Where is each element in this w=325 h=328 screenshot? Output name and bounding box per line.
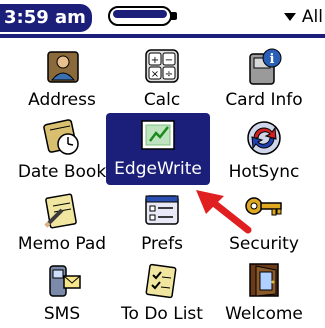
status-bar: 3:59 am All: [0, 0, 325, 34]
app-memo-pad[interactable]: Memo Pad: [8, 188, 116, 258]
dropdown-triangle-icon: [283, 13, 296, 21]
app-edgewrite[interactable]: EdgeWrite: [106, 113, 210, 185]
app-label: Date Book: [17, 162, 107, 182]
card-info-icon: i: [249, 48, 282, 85]
app-address[interactable]: Address: [8, 44, 116, 114]
svg-text:×: ×: [151, 69, 159, 80]
address-icon: [47, 51, 79, 83]
clock[interactable]: 3:59 am: [0, 4, 92, 32]
app-sms[interactable]: SMS: [8, 258, 116, 328]
app-label: Memo Pad: [17, 234, 107, 254]
app-label: Calc: [143, 90, 181, 110]
app-hotsync[interactable]: HotSync: [210, 116, 318, 186]
date-book-icon: [43, 119, 79, 155]
svg-text:i: i: [270, 52, 275, 67]
app-label: Prefs: [141, 234, 183, 254]
app-label: Security: [229, 234, 299, 254]
battery-icon: [108, 6, 180, 28]
app-label: Card Info: [225, 90, 303, 110]
category-dropdown[interactable]: All: [283, 6, 323, 28]
app-welcome[interactable]: Welcome: [210, 258, 318, 328]
calc-icon: + − × ÷: [145, 49, 179, 83]
app-label: Address: [28, 90, 96, 110]
app-calc[interactable]: + − × ÷ Calc: [108, 44, 216, 114]
app-label: HotSync: [228, 162, 300, 182]
edgewrite-icon: [141, 120, 175, 150]
memo-pad-icon: [44, 193, 77, 229]
divider: [0, 34, 325, 38]
pointer-arrow-icon: [196, 190, 252, 234]
app-label: EdgeWrite: [114, 159, 202, 179]
welcome-icon: [249, 263, 279, 297]
app-label: To Do List: [121, 304, 203, 324]
sms-icon: [49, 265, 81, 297]
app-label: Welcome: [225, 304, 303, 324]
svg-text:÷: ÷: [165, 69, 173, 80]
svg-text:+: +: [151, 55, 159, 66]
hotsync-icon: [247, 121, 281, 155]
category-label: All: [301, 7, 323, 27]
app-to-do-list[interactable]: To Do List: [108, 258, 216, 328]
svg-text:−: −: [165, 55, 173, 66]
to-do-list-icon: [145, 263, 177, 299]
app-card-info[interactable]: i Card Info: [210, 44, 318, 114]
app-date-book[interactable]: Date Book: [8, 116, 116, 186]
app-label: SMS: [43, 304, 81, 324]
prefs-icon: [145, 195, 179, 225]
